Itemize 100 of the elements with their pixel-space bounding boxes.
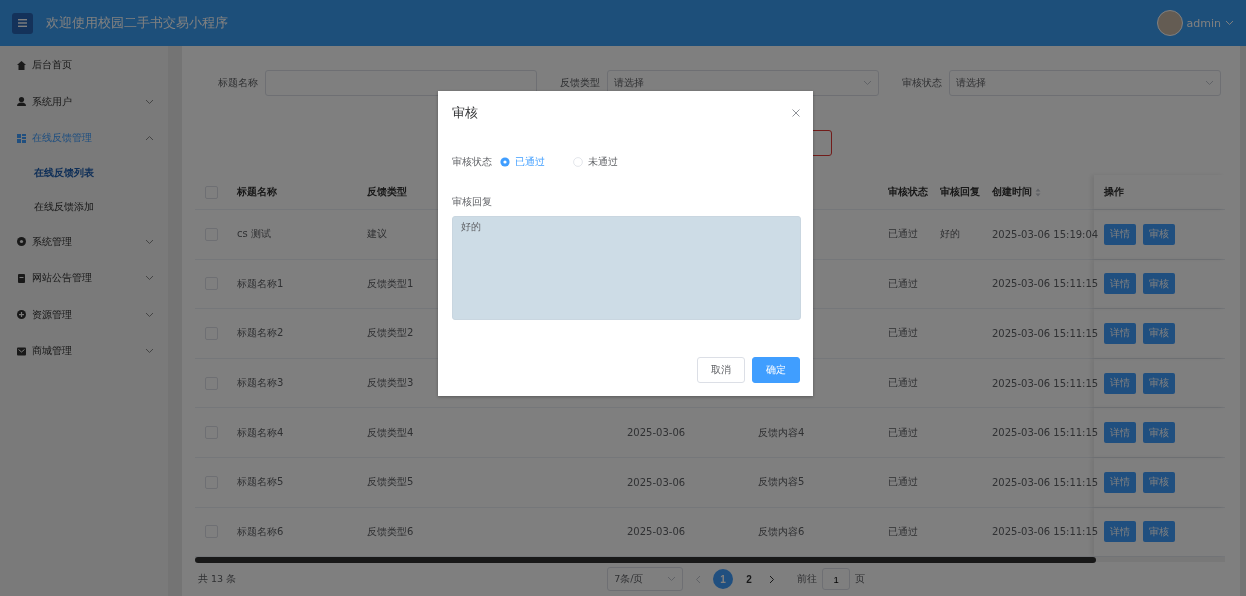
sidebar-item[interactable]: 资源管理 [0,296,168,333]
details-button[interactable]: 详情 [1104,323,1136,344]
radio-label[interactable]: 已通过 [515,155,545,169]
cancel-button[interactable]: 取消 [697,357,745,383]
table-cell: 2025-03-06 [627,476,686,488]
table-cell: 已通过 [888,376,918,391]
document-icon [16,272,27,284]
page-size-select[interactable]: 7条/页 [607,567,684,592]
sidebar-subitem[interactable]: 在线反馈列表 [0,156,168,190]
table-cell: 2025-03-06 15:11:15 [992,278,1099,290]
table-cell: 反馈类型2 [367,326,414,341]
chevron-down-icon [145,311,154,318]
table-cell: 2025-03-06 15:11:15 [992,476,1099,488]
table-cell: 已通过 [888,524,918,539]
home-icon [16,59,27,71]
table-cell: 标题名称3 [237,376,284,391]
plus-circle-icon [16,309,27,321]
chevron-down-icon [145,348,154,355]
filter-label: 审核状态 [901,76,942,90]
details-button[interactable]: 详情 [1104,521,1136,543]
details-button[interactable]: 详情 [1104,273,1136,295]
close-button[interactable] [792,109,800,117]
close-icon [792,109,800,117]
table-cell: cs 测试 [237,227,271,242]
table-cell: 标题名称2 [237,326,284,341]
chevron-left-icon[interactable] [695,574,702,584]
goto-label: 前往 [797,572,818,586]
sidebar-item[interactable]: 后台首页 [0,47,168,84]
field-label: 审核状态 [452,155,492,169]
column-header[interactable]: 操作 [1094,175,1225,209]
details-button[interactable]: 详情 [1104,471,1136,493]
scrollbar-thumb[interactable] [195,557,1096,564]
review-button[interactable]: 审核 [1143,323,1175,344]
sidebar-item[interactable]: 在线反馈管理 [0,120,168,157]
table-cell: 标题名称4 [237,425,284,440]
review-button[interactable]: 审核 [1143,422,1175,444]
table-cell: 已通过 [888,326,918,341]
table-cell: 标题名称6 [237,524,284,539]
page-button[interactable]: 1 [713,569,734,590]
table-cell: 标题名称5 [237,475,284,490]
chevron-right-icon[interactable] [769,574,776,584]
chevron-down-icon [145,98,154,105]
chevron-down-icon [667,576,677,583]
details-button[interactable]: 详情 [1104,223,1136,245]
radio-button[interactable] [573,157,583,167]
grid-icon [16,132,27,144]
chevron-down-icon [145,275,154,282]
sidebar-item[interactable]: 系统用户 [0,83,168,120]
column-header[interactable]: 创建时间 [990,185,1094,199]
envelope-icon [16,345,27,357]
column-header[interactable]: 标题名称 [235,185,365,199]
table-cell: 已通过 [888,425,918,440]
table-cell: 反馈内容5 [758,475,805,490]
review-button[interactable]: 审核 [1143,471,1175,493]
radio-label[interactable]: 未通过 [588,155,618,169]
field-label: 审核回复 [452,196,493,209]
table-cell: 2025-03-06 15:11:15 [992,328,1099,339]
select-field[interactable]: 请选择 [949,70,1221,96]
menu-button[interactable] [12,12,33,34]
sort-icon [1035,187,1041,197]
table-cell: 好的 [940,227,960,242]
column-header[interactable]: 审核回复 [938,185,990,199]
review-button[interactable]: 审核 [1143,521,1175,543]
chevron-down-icon [1225,20,1234,26]
table-cell: 反馈类型4 [367,425,414,440]
table-cell: 2025-03-06 15:11:15 [992,427,1099,439]
table-cell: 反馈类型6 [367,524,414,539]
user-icon [16,96,27,108]
review-button[interactable]: 审核 [1143,273,1175,295]
sidebar-item[interactable]: 商城管理 [0,333,168,370]
page-input[interactable]: 1 [822,568,851,591]
table-cell: 已通过 [888,475,918,490]
review-button[interactable]: 审核 [1143,372,1175,394]
filter-label: 反馈类型 [559,76,600,90]
chevron-down-icon [1205,80,1214,86]
table-cell: 反馈内容6 [758,524,805,539]
table-cell: 反馈类型1 [367,276,414,291]
details-button[interactable]: 详情 [1104,372,1136,394]
confirm-button[interactable]: 确定 [752,357,800,383]
reply-field[interactable]: 好的 [452,216,801,320]
table-cell: 建议 [367,227,387,242]
column-header[interactable]: 审核状态 [886,185,938,199]
user-name[interactable]: admin [1186,16,1221,30]
dialog-title: 审核 [452,104,478,122]
avatar[interactable] [1156,10,1183,36]
chevron-down-icon [863,80,872,86]
chevron-down-icon [145,238,154,245]
table-cell: 2025-03-06 15:19:04 [992,228,1099,240]
radio-button[interactable] [500,157,510,167]
review-button[interactable]: 审核 [1143,223,1175,245]
page-suffix: 页 [855,572,866,586]
sidebar-subitem[interactable]: 在线反馈添加 [0,190,168,224]
page-button[interactable]: 2 [739,569,760,590]
table-cell: 2025-03-06 [627,427,686,439]
menu-icon [18,19,27,27]
table-cell: 反馈内容4 [758,425,805,440]
sidebar-item[interactable]: 系统管理 [0,223,168,260]
table-cell: 已通过 [888,276,918,291]
sidebar-item[interactable]: 网站公告管理 [0,260,168,297]
details-button[interactable]: 详情 [1104,422,1136,444]
